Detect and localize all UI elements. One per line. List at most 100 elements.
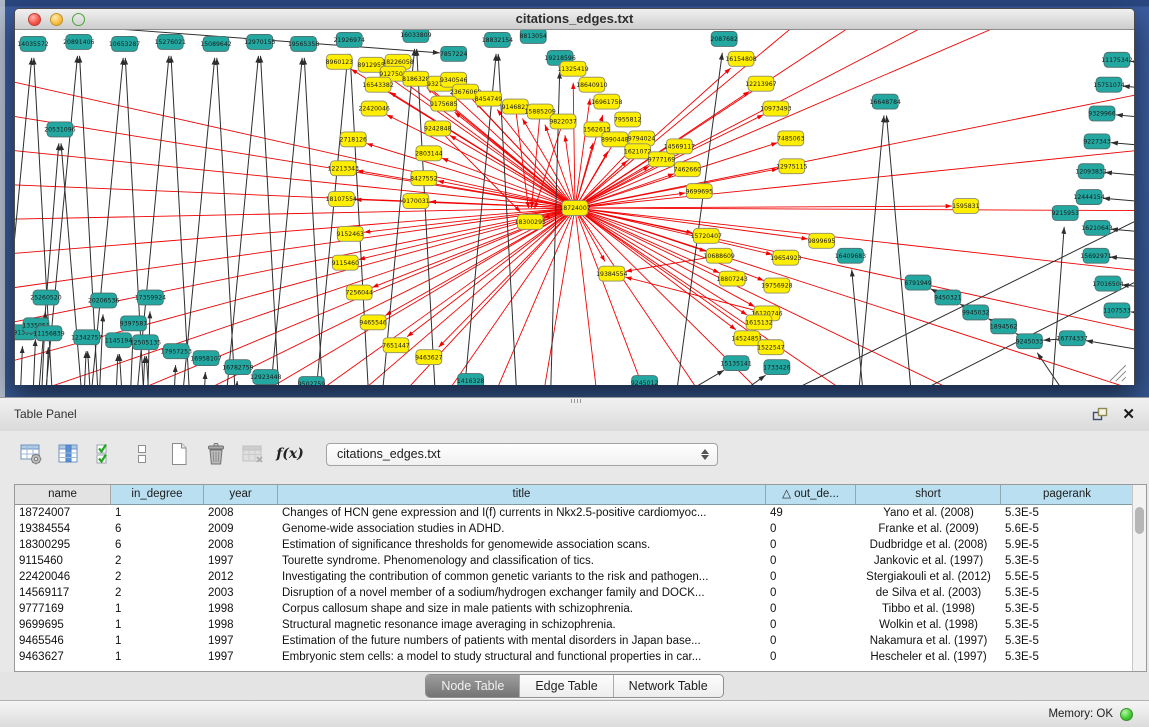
graph-node[interactable]: 16648784	[870, 94, 901, 109]
graph-node[interactable]: 1145194	[105, 333, 133, 348]
table-cell[interactable]: 0	[766, 521, 856, 537]
table-cell[interactable]: Nakamura et al. (1997)	[856, 633, 1001, 649]
graph-edge[interactable]	[573, 83, 575, 208]
graph-edge[interactable]	[1110, 257, 1134, 268]
table-cell[interactable]: 5.6E-5	[1001, 521, 1134, 537]
panel-drag-handle[interactable]	[571, 399, 581, 403]
graph-edge[interactable]	[1116, 115, 1134, 126]
table-cell[interactable]: Jankovic et al. (1997)	[856, 553, 1001, 569]
graph-node[interactable]: 18640910	[576, 77, 607, 92]
table-cell[interactable]: 0	[766, 569, 856, 585]
table-cell[interactable]: 5.5E-5	[1001, 569, 1134, 585]
graph-edge[interactable]	[171, 56, 200, 385]
table-row[interactable]: 911546021997Tourette syndrome. Phenomeno…	[15, 553, 1146, 569]
graph-edge[interactable]	[575, 98, 590, 208]
graph-edge[interactable]	[364, 49, 414, 385]
graph-edge[interactable]	[15, 208, 575, 261]
table-cell[interactable]: 2003	[204, 585, 278, 601]
graph-node[interactable]: 9465546	[359, 315, 387, 330]
float-panel-icon[interactable]	[1092, 407, 1108, 422]
table-cell[interactable]: 5.3E-5	[1001, 649, 1134, 665]
network-canvas[interactable]: 1403557220891406106532871527602115089642…	[15, 30, 1134, 385]
table-cell[interactable]: Structural magnetic resonance image aver…	[278, 617, 766, 633]
graph-edge[interactable]	[1111, 229, 1134, 240]
table-cell[interactable]: 19384554	[15, 521, 111, 537]
graph-node[interactable]: 7651447	[382, 338, 410, 353]
minimize-window-button[interactable]	[50, 13, 63, 26]
graph-node[interactable]: 12213967	[745, 76, 776, 91]
table-cell[interactable]: 6	[111, 537, 204, 553]
graph-node[interactable]: 19565358	[288, 36, 319, 51]
table-cell[interactable]: 1	[111, 649, 204, 665]
table-cell[interactable]: Estimation of significance thresholds fo…	[278, 537, 766, 553]
graph-node[interactable]: 9227343	[1083, 134, 1111, 149]
table-cell[interactable]: 9463627	[15, 649, 111, 665]
graph-edge[interactable]	[15, 102, 575, 208]
graph-node[interactable]: 22420046	[358, 101, 389, 116]
graph-node[interactable]: 9215953	[1052, 206, 1080, 221]
table-cell[interactable]: Changes of HCN gene expression and I(f) …	[278, 505, 766, 521]
graph-node[interactable]: 9152463	[337, 226, 365, 241]
table-cell[interactable]: 1	[111, 633, 204, 649]
table-row[interactable]: 946554611997Estimation of the future num…	[15, 633, 1146, 649]
table-cell[interactable]: 0	[766, 537, 856, 553]
graph-node[interactable]: 9245012	[631, 376, 659, 385]
graph-node[interactable]: 7256044	[346, 285, 374, 300]
graph-edge[interactable]	[575, 208, 772, 255]
scrollbar-thumb[interactable]	[1135, 507, 1144, 534]
table-cell[interactable]: 5.3E-5	[1001, 553, 1134, 569]
graph-edge[interactable]	[1086, 341, 1134, 366]
graph-node[interactable]: 6791949	[904, 275, 932, 290]
table-row[interactable]: 977716911998Corpus callosum shape and si…	[15, 601, 1146, 617]
graph-edge[interactable]	[26, 339, 35, 385]
graph-edge[interactable]	[164, 58, 214, 385]
graph-node[interactable]: 18832154	[482, 32, 513, 47]
graph-node[interactable]: 9115460	[332, 255, 360, 270]
graph-node[interactable]: 9822037	[549, 114, 577, 129]
window-resize-grip[interactable]	[1110, 365, 1126, 381]
graph-node[interactable]: 12923448	[250, 370, 281, 385]
graph-edge[interactable]	[252, 58, 302, 385]
window-titlebar[interactable]: citations_edges.txt	[15, 9, 1134, 30]
table-cell[interactable]: 2	[111, 569, 204, 585]
graph-edge[interactable]	[304, 58, 333, 385]
table-row[interactable]: 969969511998Structural magnetic resonanc…	[15, 617, 1146, 633]
graph-node[interactable]: 8427552	[410, 171, 438, 186]
table-cell[interactable]: 0	[766, 633, 856, 649]
select-all-icon[interactable]	[92, 441, 118, 467]
graph-node[interactable]: 15089642	[200, 36, 231, 51]
column-header-short[interactable]: short	[856, 485, 1001, 505]
graph-node[interactable]: 9397587	[120, 316, 148, 331]
graph-node[interactable]: 1522547	[757, 340, 785, 355]
graph-node[interactable]: 9175685	[430, 96, 458, 111]
table-selector-dropdown[interactable]: citations_edges.txt	[326, 443, 718, 466]
table-cell[interactable]: 2008	[204, 505, 278, 521]
graph-node[interactable]: 17016504	[1092, 276, 1123, 291]
table-cell[interactable]: 0	[766, 617, 856, 633]
function-builder-icon[interactable]: f(x)	[277, 441, 303, 467]
graph-node[interactable]: 15751074	[1093, 77, 1124, 92]
column-header-year[interactable]: year	[204, 485, 278, 505]
graph-node[interactable]: 12342757	[71, 330, 102, 345]
table-cell[interactable]: Hescheler et al. (1997)	[856, 649, 1001, 665]
column-settings-icon[interactable]	[18, 441, 44, 467]
graph-node[interactable]: 18724007	[559, 201, 590, 216]
graph-node[interactable]: 20891406	[63, 34, 94, 49]
graph-node[interactable]: 1615132	[745, 315, 773, 330]
graph-edge[interactable]	[510, 208, 575, 385]
tab-network-table[interactable]: Network Table	[613, 675, 723, 697]
graph-edge[interactable]	[367, 143, 575, 207]
table-cell[interactable]: 2	[111, 585, 204, 601]
table-cell[interactable]: 5.3E-5	[1001, 617, 1134, 633]
column-header-name[interactable]: name	[15, 485, 111, 505]
table-cell[interactable]: 0	[766, 649, 856, 665]
graph-node[interactable]: 1416328	[457, 374, 485, 385]
graph-node[interactable]: 9463627	[415, 350, 443, 365]
table-cell[interactable]: 1	[111, 617, 204, 633]
table-cell[interactable]: 14569117	[15, 585, 111, 601]
table-cell[interactable]: 5.3E-5	[1001, 601, 1134, 617]
graph-node[interactable]: 20206536	[88, 293, 119, 308]
zoom-window-button[interactable]	[72, 13, 85, 26]
table-cell[interactable]: 0	[766, 553, 856, 569]
graph-node[interactable]: 16543382	[362, 77, 393, 92]
